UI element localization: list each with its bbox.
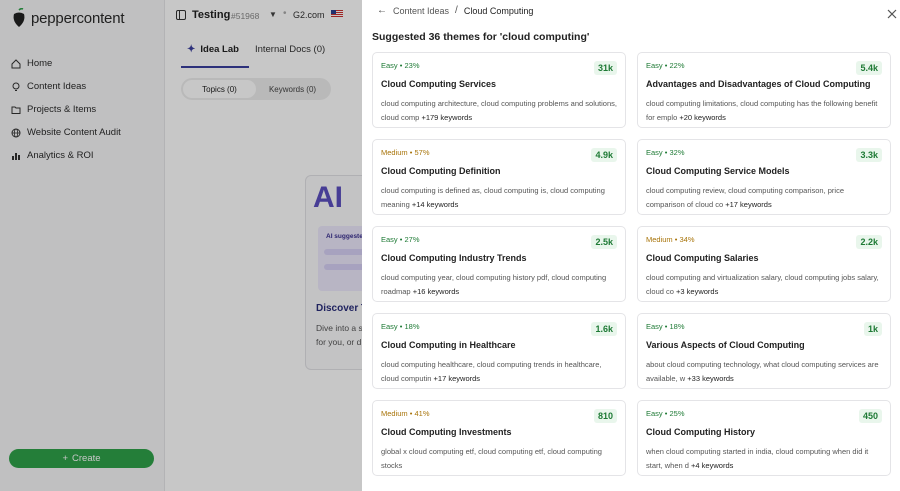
more-keywords-count[interactable]: +33 keywords bbox=[687, 374, 733, 383]
more-keywords-count[interactable]: +14 keywords bbox=[412, 200, 458, 209]
difficulty-badge: Medium • 41% bbox=[381, 409, 430, 418]
theme-title: Cloud Computing in Healthcare bbox=[381, 340, 516, 350]
breadcrumb: ← Content Ideas / Cloud Computing bbox=[377, 5, 533, 16]
difficulty-badge: Easy • 25% bbox=[646, 409, 685, 418]
difficulty-percent: 34% bbox=[679, 235, 695, 244]
theme-title: Cloud Computing Investments bbox=[381, 427, 512, 437]
keyword-list: cloud computing healthcare, cloud comput… bbox=[381, 360, 602, 383]
theme-card[interactable]: Easy • 27% 2.5k Cloud Computing Industry T… bbox=[372, 226, 626, 302]
difficulty-label: Medium bbox=[381, 409, 408, 418]
search-volume-badge: 1k bbox=[863, 322, 882, 336]
arrow-left-icon[interactable]: ← bbox=[377, 5, 387, 16]
theme-keywords: cloud computing and virtualization salar… bbox=[646, 271, 884, 298]
theme-title: Cloud Computing Definition bbox=[381, 166, 501, 176]
difficulty-percent: 32% bbox=[669, 148, 685, 157]
difficulty-label: Easy bbox=[646, 322, 663, 331]
theme-card[interactable]: Easy • 22% 5.4k Advantages and Disadvantag… bbox=[637, 52, 891, 128]
difficulty-badge: Easy • 32% bbox=[646, 148, 685, 157]
more-keywords-count[interactable]: +20 keywords bbox=[679, 113, 725, 122]
more-keywords-count[interactable]: +16 keywords bbox=[413, 287, 459, 296]
difficulty-percent: 18% bbox=[404, 322, 420, 331]
search-volume-badge: 4.9k bbox=[591, 148, 617, 162]
more-keywords-count[interactable]: +4 keywords bbox=[691, 461, 733, 470]
search-volume-badge: 810 bbox=[593, 409, 617, 423]
theme-title: Cloud Computing Services bbox=[381, 79, 497, 89]
theme-card[interactable]: Medium • 34% 2.2k Cloud Computing Salaries… bbox=[637, 226, 891, 302]
drawer-title: Suggested 36 themes for 'cloud computing… bbox=[372, 31, 590, 43]
more-keywords-count[interactable]: +17 keywords bbox=[725, 200, 771, 209]
difficulty-label: Easy bbox=[646, 409, 663, 418]
difficulty-badge: Easy • 27% bbox=[381, 235, 420, 244]
themes-drawer: ← Content Ideas / Cloud Computing Sugges… bbox=[362, 0, 900, 491]
theme-keywords: cloud computing architecture, cloud comp… bbox=[381, 97, 619, 124]
difficulty-badge: Easy • 18% bbox=[381, 322, 420, 331]
difficulty-badge: Easy • 22% bbox=[646, 61, 685, 70]
search-volume-badge: 2.2k bbox=[856, 235, 882, 249]
difficulty-label: Medium bbox=[381, 148, 408, 157]
theme-card[interactable]: Medium • 57% 4.9k Cloud Computing Definiti… bbox=[372, 139, 626, 215]
theme-keywords: cloud computing healthcare, cloud comput… bbox=[381, 358, 619, 385]
difficulty-badge: Medium • 57% bbox=[381, 148, 430, 157]
theme-title: Cloud Computing Salaries bbox=[646, 253, 759, 263]
difficulty-percent: 41% bbox=[414, 409, 430, 418]
theme-keywords: cloud computing limitations, cloud compu… bbox=[646, 97, 884, 124]
difficulty-label: Easy bbox=[381, 322, 398, 331]
difficulty-percent: 18% bbox=[669, 322, 685, 331]
theme-title: Cloud Computing History bbox=[646, 427, 755, 437]
theme-card[interactable]: Medium • 41% 810 Cloud Computing Investmen… bbox=[372, 400, 626, 476]
theme-card[interactable]: Easy • 18% 1k Various Aspects of Cloud Com… bbox=[637, 313, 891, 389]
breadcrumb-separator: / bbox=[455, 5, 458, 16]
difficulty-percent: 57% bbox=[414, 148, 430, 157]
keyword-list: about cloud computing technology, what c… bbox=[646, 360, 879, 383]
difficulty-label: Easy bbox=[646, 148, 663, 157]
theme-keywords: cloud computing is defined as, cloud com… bbox=[381, 184, 619, 211]
search-volume-badge: 1.6k bbox=[591, 322, 617, 336]
breadcrumb-current: Cloud Computing bbox=[463, 5, 534, 16]
difficulty-label: Medium bbox=[646, 235, 673, 244]
difficulty-badge: Easy • 23% bbox=[381, 61, 420, 70]
search-volume-badge: 450 bbox=[858, 409, 882, 423]
difficulty-label: Easy bbox=[646, 61, 663, 70]
theme-keywords: about cloud computing technology, what c… bbox=[646, 358, 884, 385]
search-volume-badge: 3.3k bbox=[856, 148, 882, 162]
difficulty-label: Easy bbox=[381, 61, 398, 70]
keyword-list: global x cloud computing etf, cloud comp… bbox=[381, 447, 602, 470]
difficulty-label: Easy bbox=[381, 235, 398, 244]
theme-title: Various Aspects of Cloud Computing bbox=[646, 340, 805, 350]
theme-keywords: cloud computing review, cloud computing … bbox=[646, 184, 884, 211]
theme-card[interactable]: Easy • 25% 450 Cloud Computing History when… bbox=[637, 400, 891, 476]
difficulty-badge: Medium • 34% bbox=[646, 235, 695, 244]
difficulty-percent: 22% bbox=[669, 61, 685, 70]
theme-title: Cloud Computing Industry Trends bbox=[381, 253, 527, 263]
breadcrumb-content-ideas[interactable]: Content Ideas bbox=[393, 6, 449, 16]
difficulty-percent: 25% bbox=[669, 409, 685, 418]
keyword-list: cloud computing architecture, cloud comp… bbox=[381, 99, 617, 122]
keyword-list: when cloud computing started in india, c… bbox=[646, 447, 869, 470]
difficulty-badge: Easy • 18% bbox=[646, 322, 685, 331]
search-volume-badge: 31k bbox=[593, 61, 617, 75]
theme-keywords: when cloud computing started in india, c… bbox=[646, 445, 884, 472]
more-keywords-count[interactable]: +179 keywords bbox=[421, 113, 472, 122]
more-keywords-count[interactable]: +17 keywords bbox=[434, 374, 480, 383]
difficulty-percent: 23% bbox=[404, 61, 420, 70]
theme-card[interactable]: Easy • 23% 31k Cloud Computing Services clo… bbox=[372, 52, 626, 128]
theme-title: Advantages and Disadvantages of Cloud Co… bbox=[646, 79, 871, 89]
theme-keywords: cloud computing year, cloud computing hi… bbox=[381, 271, 619, 298]
theme-keywords: global x cloud computing etf, cloud comp… bbox=[381, 445, 619, 472]
theme-card[interactable]: Easy • 32% 3.3k Cloud Computing Service Mo… bbox=[637, 139, 891, 215]
theme-title: Cloud Computing Service Models bbox=[646, 166, 790, 176]
more-keywords-count[interactable]: +3 keywords bbox=[676, 287, 718, 296]
difficulty-percent: 27% bbox=[404, 235, 420, 244]
search-volume-badge: 2.5k bbox=[591, 235, 617, 249]
close-icon[interactable] bbox=[886, 7, 898, 19]
search-volume-badge: 5.4k bbox=[856, 61, 882, 75]
theme-card[interactable]: Easy • 18% 1.6k Cloud Computing in Healthc… bbox=[372, 313, 626, 389]
